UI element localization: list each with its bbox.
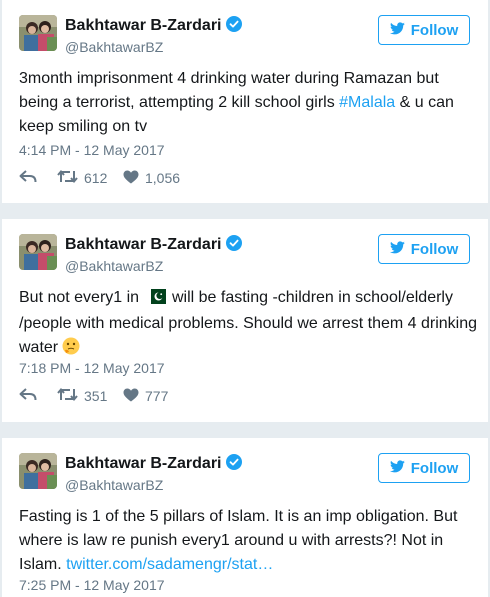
retweet-button[interactable]: 351	[57, 387, 123, 405]
retweet-button[interactable]: 612	[57, 169, 123, 187]
user-handle[interactable]: @BakhtawarBZ	[65, 258, 163, 274]
hashtag-link[interactable]: #Malala	[339, 94, 395, 111]
verified-badge-icon	[225, 235, 242, 256]
like-button[interactable]: 1,056	[123, 170, 180, 187]
follow-label: Follow	[410, 459, 459, 477]
reply-icon	[19, 387, 37, 405]
heart-icon	[123, 170, 139, 187]
url-link[interactable]: twitter.com/sadamengr/stat…	[66, 556, 273, 573]
heart-icon	[123, 388, 139, 405]
follow-button[interactable]: Follow	[378, 234, 470, 264]
reply-button[interactable]	[19, 387, 57, 405]
twitter-bird-icon	[389, 459, 405, 477]
like-count: 1,056	[145, 170, 181, 186]
tweet-timestamp[interactable]: 7:25 PM - 12 May 2017	[19, 577, 165, 593]
pakistan-flag-icon	[145, 288, 166, 312]
retweet-icon	[57, 169, 78, 187]
tweet-text: But not every1 in will be fasting -child…	[19, 286, 479, 363]
tweet-card: Bakhtawar B-Zardari @BakhtawarBZ Follow …	[2, 219, 488, 422]
display-name[interactable]: Bakhtawar B-Zardari	[65, 16, 242, 37]
reply-icon	[19, 169, 37, 187]
like-button[interactable]: 777	[123, 388, 168, 405]
user-handle[interactable]: @BakhtawarBZ	[65, 39, 163, 55]
tweet-text: Fasting is 1 of the 5 pillars of Islam. …	[19, 508, 458, 573]
verified-badge-icon	[225, 454, 242, 475]
follow-label: Follow	[410, 21, 459, 39]
avatar[interactable]	[19, 453, 57, 489]
follow-label: Follow	[410, 240, 459, 258]
twitter-bird-icon	[389, 240, 405, 258]
avatar[interactable]	[19, 234, 57, 270]
tweet-text: 3month imprisonment 4 drinking water dur…	[19, 70, 454, 135]
reply-button[interactable]	[19, 169, 57, 187]
retweet-icon	[57, 387, 78, 405]
tweet-actions: 612 1,056	[19, 168, 180, 188]
follow-button[interactable]: Follow	[378, 15, 470, 45]
tweet-card: Bakhtawar B-Zardari @BakhtawarBZ Follow …	[2, 438, 488, 597]
avatar[interactable]	[19, 15, 57, 51]
retweet-count: 351	[84, 388, 108, 404]
tweet-actions: 351 777	[19, 386, 168, 406]
user-handle[interactable]: @BakhtawarBZ	[65, 477, 163, 493]
twitter-bird-icon	[389, 21, 405, 39]
display-name[interactable]: Bakhtawar B-Zardari	[65, 235, 242, 256]
tweet-timestamp[interactable]: 7:18 PM - 12 May 2017	[19, 360, 165, 376]
tweet-timestamp[interactable]: 4:14 PM - 12 May 2017	[19, 142, 165, 158]
display-name[interactable]: Bakhtawar B-Zardari	[65, 454, 242, 475]
retweet-count: 612	[84, 170, 108, 186]
like-count: 777	[145, 388, 169, 404]
follow-button[interactable]: Follow	[378, 453, 470, 483]
tweet-card: Bakhtawar B-Zardari @BakhtawarBZ Follow …	[2, 0, 488, 203]
verified-badge-icon	[225, 16, 242, 37]
